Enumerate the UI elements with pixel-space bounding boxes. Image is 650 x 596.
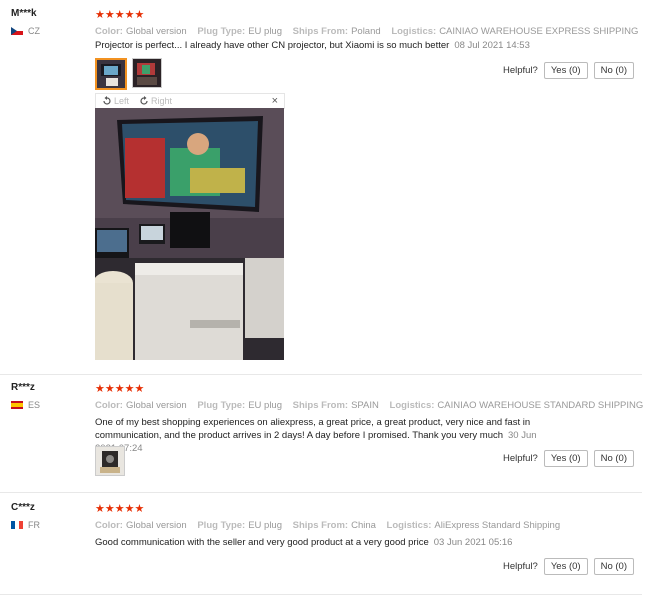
review-item: C***z FR ★★★★★ Color: Global version Plug… xyxy=(0,502,642,595)
ships-from-label: Ships From: xyxy=(292,26,349,37)
reviewer-country: ES xyxy=(11,400,40,410)
plug-label: Plug Type: xyxy=(197,400,246,411)
color-value: Global version xyxy=(125,400,187,411)
helpful-controls: Helpful? Yes (0) No (0) xyxy=(503,62,634,79)
rotate-left-button[interactable]: Left xyxy=(102,96,129,106)
star-rating: ★★★★★ xyxy=(95,383,145,395)
plug-label: Plug Type: xyxy=(197,520,246,531)
image-viewer-toolbar: Left Right × xyxy=(95,93,285,109)
country-code: ES xyxy=(28,400,41,410)
helpful-controls: Helpful? Yes (0) No (0) xyxy=(503,450,634,467)
logistics-label: Logistics: xyxy=(389,400,435,411)
reviewer-name: M***k xyxy=(11,8,37,19)
review-text: One of my best shopping experiences on a… xyxy=(95,416,540,455)
helpful-yes-button[interactable]: Yes (0) xyxy=(543,558,588,575)
ships-from-value: Poland xyxy=(351,26,381,37)
review-body: Good communication with the seller and v… xyxy=(95,537,429,548)
country-code: CZ xyxy=(28,26,40,36)
helpful-no-button[interactable]: No (0) xyxy=(593,62,634,79)
ships-from-value: SPAIN xyxy=(351,400,379,411)
review-date: 08 Jul 2021 14:53 xyxy=(454,40,530,51)
helpful-label: Helpful? xyxy=(502,453,538,464)
france-flag-icon xyxy=(11,521,23,529)
country-code: FR xyxy=(28,520,40,530)
logistics-label: Logistics: xyxy=(386,520,432,531)
star-rating: ★★★★★ xyxy=(95,9,145,21)
rotate-left-label: Left xyxy=(114,96,130,106)
close-icon[interactable]: × xyxy=(272,95,278,107)
reviewer-name: R***z xyxy=(11,382,35,393)
logistics-value: CAINIAO WAREHOUSE STANDARD SHIPPING xyxy=(437,400,644,411)
reviewer-country: FR xyxy=(11,520,40,530)
czech-flag-icon xyxy=(11,27,23,35)
review-photo-thumbnail[interactable] xyxy=(132,58,162,88)
review-body: Projector is perfect... I already have o… xyxy=(95,40,450,51)
ships-from-label: Ships From: xyxy=(292,400,349,411)
plug-value: EU plug xyxy=(248,26,283,37)
rotate-right-icon xyxy=(140,96,148,105)
rotate-right-label: Right xyxy=(151,96,173,106)
review-item: R***z ES ★★★★★ Color: Global version Plug… xyxy=(0,382,643,493)
helpful-no-button[interactable]: No (0) xyxy=(593,450,634,467)
color-label: Color: xyxy=(95,400,123,411)
review-item: M***k CZ ★★★★★ Color: Global version Plug… xyxy=(0,8,642,375)
helpful-no-button[interactable]: No (0) xyxy=(593,558,634,575)
rotate-right-button[interactable]: Right xyxy=(139,96,172,106)
ships-from-value: China xyxy=(351,520,376,531)
plug-value: EU plug xyxy=(248,400,283,411)
review-photo-thumbnail[interactable] xyxy=(95,58,127,90)
helpful-yes-button[interactable]: Yes (0) xyxy=(543,450,588,467)
review-body: One of my best shopping experiences on a… xyxy=(95,417,531,441)
review-text: Good communication with the seller and v… xyxy=(95,536,540,549)
rotate-left-icon xyxy=(103,96,111,105)
color-value: Global version xyxy=(125,520,187,531)
reviewer-country: CZ xyxy=(11,26,40,36)
review-date: 03 Jun 2021 05:16 xyxy=(433,537,513,548)
review-photo-large xyxy=(95,108,284,360)
color-label: Color: xyxy=(95,520,123,531)
spain-flag-icon xyxy=(11,401,23,409)
product-attributes: Color: Global version Plug Type: EU plug S… xyxy=(95,26,646,37)
product-attributes: Color: Global version Plug Type: EU plug S… xyxy=(95,520,568,531)
helpful-label: Helpful? xyxy=(502,561,538,572)
review-photo-thumbnail[interactable] xyxy=(95,446,125,476)
product-attributes: Color: Global version Plug Type: EU plug S… xyxy=(95,400,650,411)
color-label: Color: xyxy=(95,26,123,37)
plug-value: EU plug xyxy=(248,520,283,531)
star-rating: ★★★★★ xyxy=(95,503,145,515)
helpful-yes-button[interactable]: Yes (0) xyxy=(543,62,588,79)
logistics-value: AliExpress Standard Shipping xyxy=(434,520,561,531)
helpful-label: Helpful? xyxy=(502,65,538,76)
color-value: Global version xyxy=(125,26,187,37)
ships-from-label: Ships From: xyxy=(292,520,349,531)
helpful-controls: Helpful? Yes (0) No (0) xyxy=(503,558,634,575)
plug-label: Plug Type: xyxy=(197,26,246,37)
reviewer-name: C***z xyxy=(11,502,35,513)
logistics-label: Logistics: xyxy=(391,26,437,37)
review-text: Projector is perfect... I already have o… xyxy=(95,39,540,52)
logistics-value: CAINIAO WAREHOUSE EXPRESS SHIPPING xyxy=(439,26,639,37)
